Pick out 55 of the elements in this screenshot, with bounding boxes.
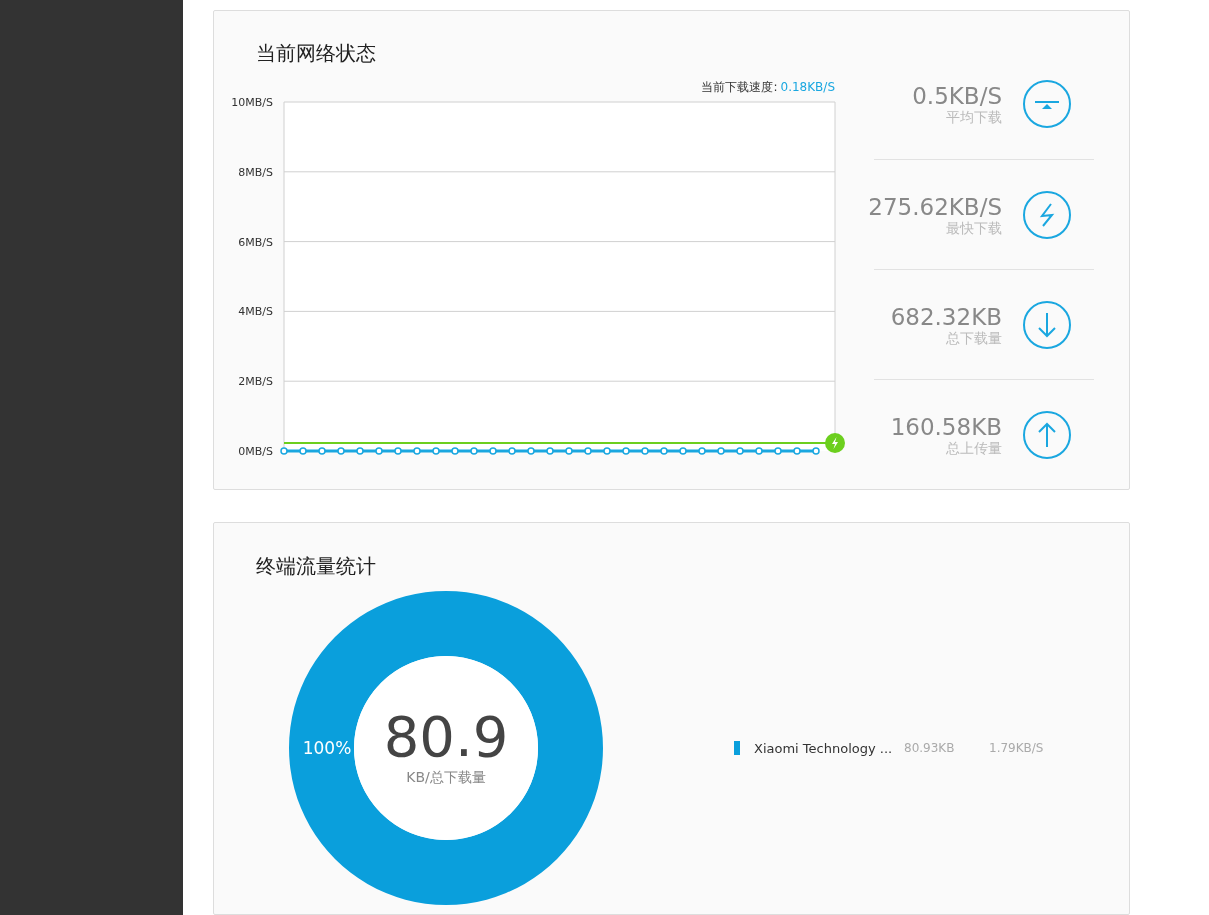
data-point [641,447,649,455]
data-point [299,447,307,455]
section-title: 终端流量统计 [256,554,377,578]
stat-value: 160.58KB [890,413,1002,440]
data-point [736,447,744,455]
y-axis-label: 2MB/S [238,375,273,389]
data-point [432,447,440,455]
data-point [356,447,364,455]
device-speed: 1.79KB/S [989,741,1044,755]
data-point [717,447,725,455]
data-point [318,447,326,455]
data-point [527,447,535,455]
y-axis-label: 4MB/S [238,305,273,319]
data-point [337,447,345,455]
data-point [489,447,497,455]
data-point [413,447,421,455]
stat-label: 总下载量 [945,329,1002,346]
data-point [565,447,573,455]
y-axis-label: 6MB/S [238,235,273,249]
stat-value: 0.5KB/S [912,83,1002,109]
current-speed-label: 当前下载速度: [701,80,778,94]
stat-value: 682.32KB [890,303,1002,330]
section-title: 当前网络状态 [256,41,377,65]
data-point [774,447,782,455]
data-point [394,447,402,455]
device-name: Xiaomi Technology ... [754,740,894,756]
total-download-label: KB/总下载量 [405,768,487,786]
lightning-marker-icon [825,432,845,453]
device-total: 80.93KB [904,741,956,755]
total-download-value: 80.9 [382,706,510,768]
data-point [793,447,801,455]
data-point [375,447,383,455]
current-speed-value: 0.18KB/S [780,80,835,94]
stat-value: 275.62KB/S [868,193,1002,220]
data-point [660,447,668,455]
stat-label: 平均下载 [945,109,1002,125]
data-point [546,447,554,455]
data-point [584,447,592,455]
slice-percent-label: 100% [302,738,352,758]
data-point [812,447,820,455]
y-axis-label: 10MB/S [231,96,273,109]
data-point [508,447,516,455]
data-point [603,447,611,455]
data-point [698,447,706,455]
data-point [280,447,288,455]
data-point [679,447,687,455]
data-point [451,447,459,455]
lightning-icon [1022,189,1072,240]
stat-label: 最快下载 [945,219,1002,236]
average-icon [1022,79,1072,129]
y-axis-label: 0MB/S [238,445,273,458]
data-point [622,447,630,455]
data-point [470,447,478,455]
y-axis-label: 8MB/S [238,165,273,179]
data-point [755,447,763,455]
